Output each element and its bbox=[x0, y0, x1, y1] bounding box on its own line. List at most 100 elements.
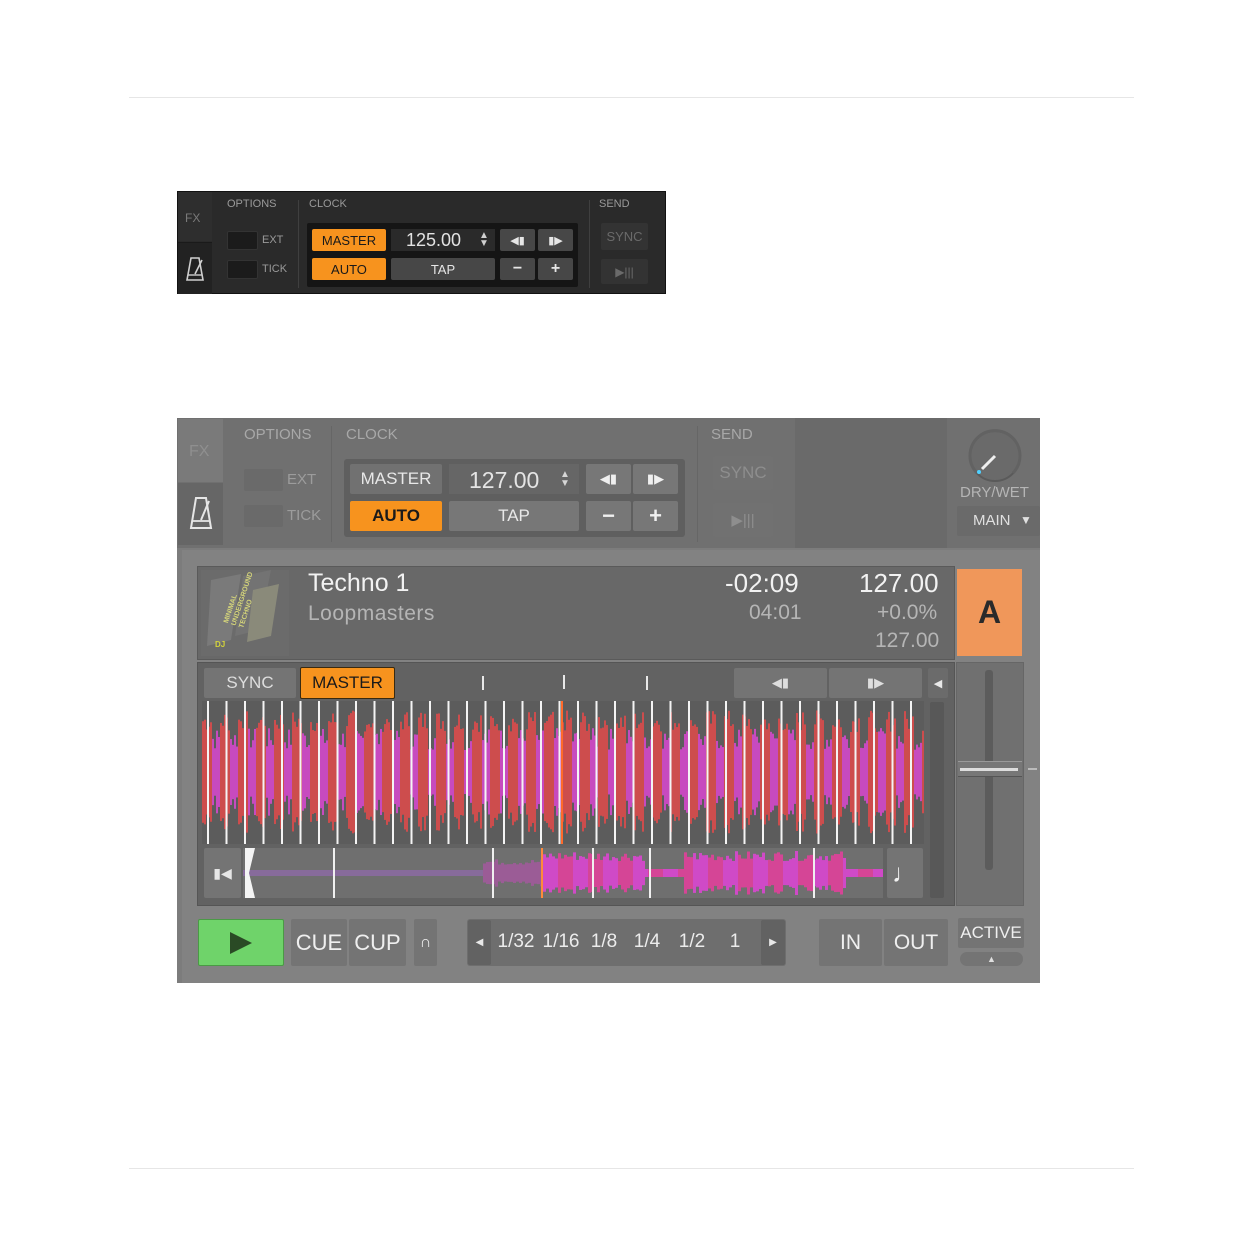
jump-to-start-button[interactable]: ▮◀ bbox=[204, 848, 241, 898]
deck-sync-button[interactable]: SYNC bbox=[204, 668, 296, 698]
waveform-bar bbox=[404, 714, 406, 830]
flux-mode-button[interactable]: ∩ bbox=[414, 919, 437, 966]
master-button[interactable]: MASTER bbox=[350, 464, 442, 494]
overview-bar bbox=[621, 856, 624, 890]
waveform-bar bbox=[918, 747, 920, 797]
tempo-plus-button[interactable]: + bbox=[633, 501, 678, 531]
beatgrid-line bbox=[262, 701, 265, 844]
overview-bar bbox=[393, 870, 396, 876]
track-overview[interactable] bbox=[243, 848, 883, 898]
dry-wet-knob[interactable] bbox=[967, 428, 1023, 484]
auto-button[interactable]: AUTO bbox=[312, 258, 386, 280]
overview-bar bbox=[681, 869, 684, 877]
tempo-minus-button[interactable]: − bbox=[500, 258, 535, 280]
waveform-bar bbox=[564, 730, 566, 814]
scroll-left-icon[interactable]: ◀ bbox=[928, 668, 948, 698]
waveform-bar bbox=[546, 721, 548, 823]
send-sync-button[interactable]: SYNC bbox=[601, 223, 648, 250]
tap-button[interactable]: TAP bbox=[391, 258, 495, 280]
waveform-bar bbox=[368, 724, 370, 820]
bpm-display[interactable]: 127.00 ▲ ▼ bbox=[449, 464, 579, 494]
bpm-stepper-icon[interactable]: ▲ ▼ bbox=[560, 470, 570, 489]
quantize-note-icon[interactable]: ♩ bbox=[887, 848, 923, 898]
tempo-fader-handle[interactable] bbox=[958, 761, 1022, 777]
overview-bar bbox=[387, 870, 390, 876]
nudge-back-button[interactable]: ◀▮ bbox=[500, 229, 535, 251]
nudge-forward-button[interactable]: ▮▶ bbox=[538, 229, 573, 251]
vertical-scrollbar[interactable] bbox=[930, 702, 944, 898]
waveform-bar bbox=[314, 730, 316, 814]
loop-size-1-8[interactable]: 1/8 bbox=[583, 924, 625, 960]
waveform-bar bbox=[572, 741, 574, 803]
loop-size-1-16[interactable]: 1/16 bbox=[539, 924, 583, 960]
overview-bar bbox=[513, 863, 516, 883]
tempo-plus-button[interactable]: + bbox=[538, 258, 573, 280]
tick-toggle[interactable] bbox=[244, 505, 283, 527]
ext-toggle[interactable] bbox=[227, 231, 258, 250]
overview-bar bbox=[405, 870, 408, 876]
loop-size-1[interactable]: 1 bbox=[715, 924, 755, 960]
clock-tab[interactable] bbox=[178, 242, 212, 294]
bpm-stepper-icon[interactable]: ▲ ▼ bbox=[479, 231, 489, 249]
overview-bar bbox=[564, 854, 567, 892]
beatjump-back-button[interactable]: ◀▮ bbox=[734, 668, 827, 698]
master-button[interactable]: MASTER bbox=[312, 229, 386, 251]
waveform-bar bbox=[624, 715, 626, 829]
ext-toggle[interactable] bbox=[244, 469, 283, 491]
loop-size-1-32[interactable]: 1/32 bbox=[493, 924, 539, 960]
waveform-bar bbox=[570, 717, 572, 827]
overview-bar bbox=[537, 861, 540, 885]
loop-out-button[interactable]: OUT bbox=[884, 919, 948, 966]
loop-size-next-button[interactable]: ▶ bbox=[761, 920, 785, 965]
overview-bar bbox=[795, 851, 798, 895]
waveform-bar bbox=[588, 723, 590, 821]
overview-bar bbox=[348, 870, 351, 876]
waveform-bar bbox=[276, 724, 278, 820]
loop-size-prev-button[interactable]: ◀ bbox=[468, 920, 491, 965]
overview-bar bbox=[300, 870, 303, 876]
waveform-bar bbox=[350, 713, 352, 831]
beatjump-forward-button[interactable]: ▮▶ bbox=[829, 668, 922, 698]
clock-tab[interactable] bbox=[178, 483, 223, 545]
deck-letter-badge[interactable]: A bbox=[957, 569, 1022, 656]
send-play-pause-button[interactable]: ▶||| bbox=[601, 259, 648, 284]
cover-art-brand: DJ bbox=[215, 640, 226, 649]
waveform-bar bbox=[498, 730, 500, 814]
overview-bar bbox=[408, 870, 411, 876]
beatgrid-line bbox=[762, 701, 764, 844]
overview-bar bbox=[420, 870, 423, 876]
loop-active-button[interactable]: ACTIVE bbox=[958, 918, 1024, 948]
waveform-bar bbox=[620, 717, 622, 827]
auto-button[interactable]: AUTO bbox=[350, 501, 442, 531]
overview-bar bbox=[636, 856, 639, 890]
waveform-bar bbox=[330, 722, 332, 822]
waveform-bar bbox=[584, 716, 586, 828]
tempo-minus-button[interactable]: − bbox=[586, 501, 631, 531]
fx-tab[interactable]: FX bbox=[178, 419, 223, 482]
cup-button[interactable]: CUP bbox=[349, 919, 406, 966]
send-sync-button[interactable]: SYNC bbox=[713, 456, 773, 490]
bpm-display[interactable]: 125.00 ▲ ▼ bbox=[391, 229, 495, 251]
deck-master-button[interactable]: MASTER bbox=[300, 667, 395, 699]
play-button[interactable] bbox=[198, 919, 284, 966]
waveform-bar bbox=[896, 748, 898, 796]
tap-button[interactable]: TAP bbox=[449, 501, 579, 531]
overview-bar bbox=[477, 870, 480, 876]
send-play-pause-button[interactable]: ▶||| bbox=[713, 503, 773, 537]
nudge-back-button[interactable]: ◀▮ bbox=[586, 464, 631, 494]
loop-size-1-2[interactable]: 1/2 bbox=[669, 924, 715, 960]
cue-button[interactable]: CUE bbox=[291, 919, 347, 966]
send-target-dropdown[interactable]: MAIN ▼ bbox=[957, 506, 1040, 536]
fx-tab[interactable]: FX bbox=[178, 192, 212, 241]
expand-up-icon[interactable]: ▲ bbox=[960, 952, 1023, 966]
waveform-bar bbox=[922, 730, 924, 814]
nudge-forward-button[interactable]: ▮▶ bbox=[633, 464, 678, 494]
waveform-bar bbox=[382, 731, 384, 813]
loop-size-1-4[interactable]: 1/4 bbox=[625, 924, 669, 960]
tick-toggle[interactable] bbox=[227, 260, 258, 279]
playhead-marker bbox=[561, 701, 563, 844]
ext-label: EXT bbox=[262, 234, 284, 246]
overview-bar bbox=[753, 853, 756, 893]
loop-in-button[interactable]: IN bbox=[819, 919, 882, 966]
waveform-bar bbox=[496, 724, 498, 820]
